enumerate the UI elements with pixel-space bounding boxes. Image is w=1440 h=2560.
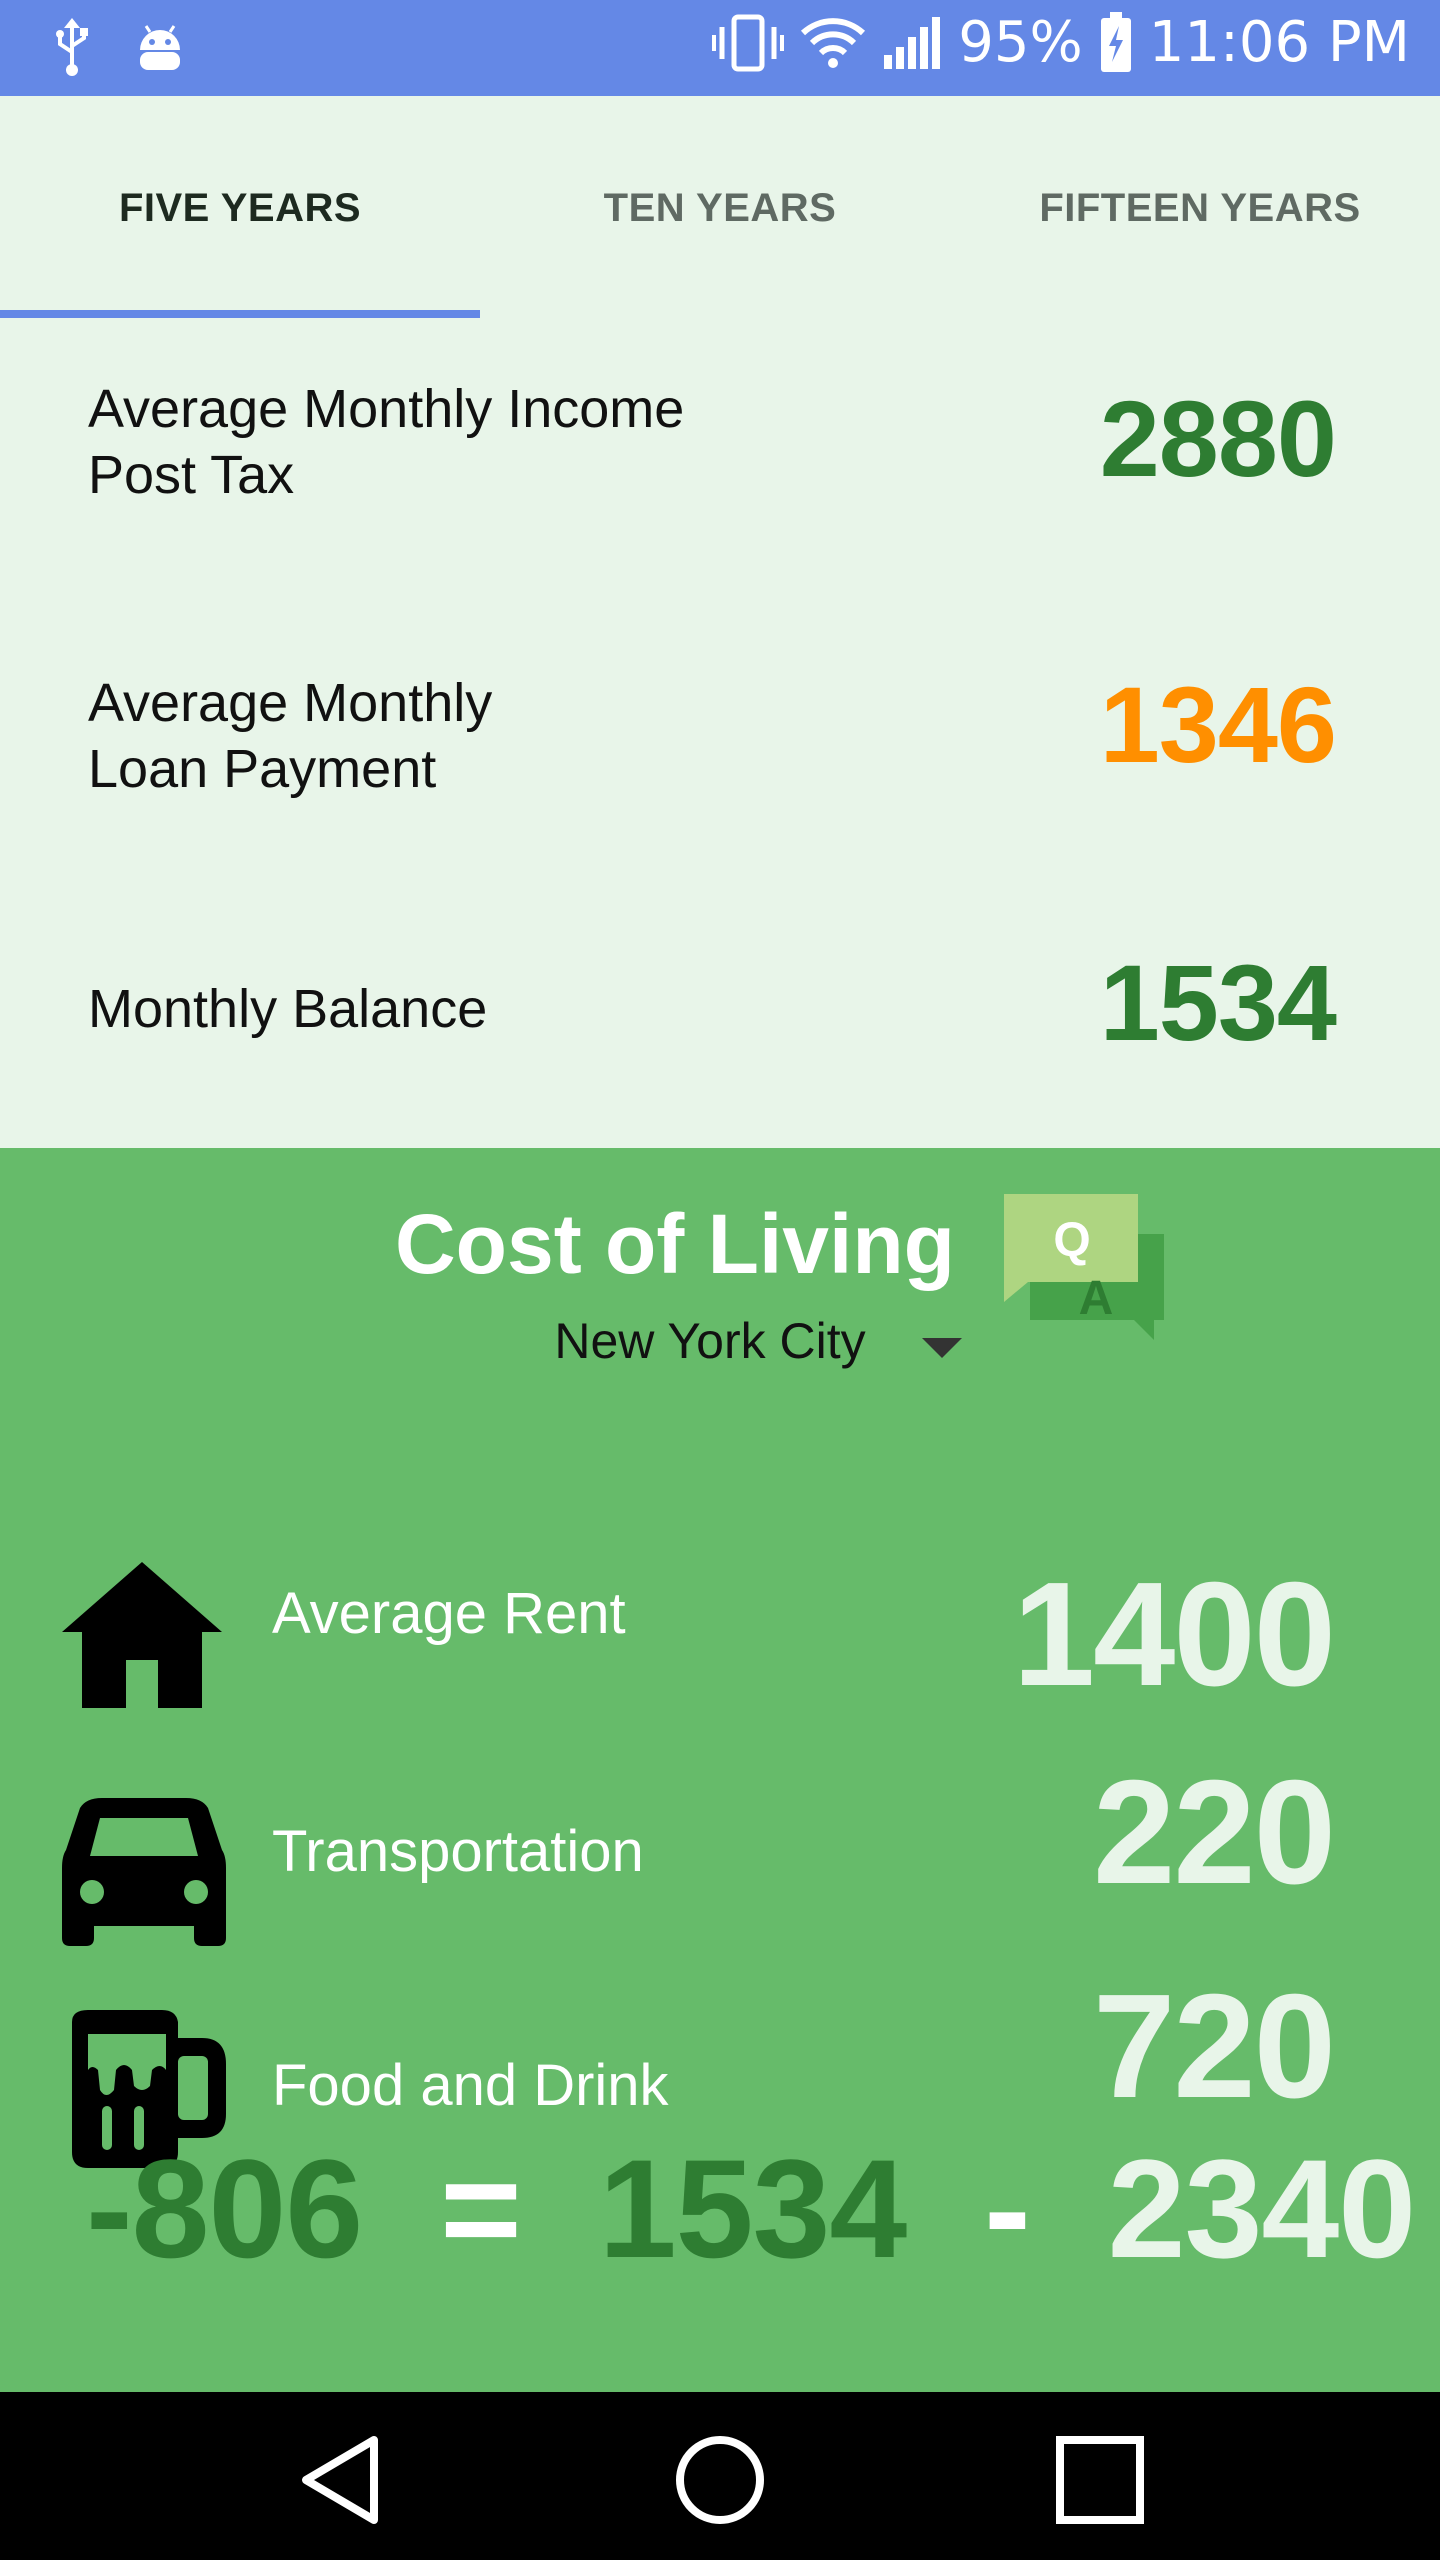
summary-section: FIVE YEARS TEN YEARS FIFTEEN YEARS Avera…: [0, 96, 1440, 1148]
navigation-bar: [0, 2392, 1440, 2560]
chevron-down-icon[interactable]: [922, 1338, 962, 1358]
net-result: -806: [86, 2130, 363, 2287]
house-icon: [62, 1562, 222, 1713]
rent-label: Average Rent: [272, 1581, 626, 1646]
wifi-icon: [800, 15, 866, 71]
loan-label: Average Monthly Loan Payment: [88, 673, 493, 799]
cost-of-living-section: Cost of Living Q A New York City Average…: [0, 1148, 1440, 2392]
cost-of-living-title: Cost of Living: [395, 1197, 955, 1291]
transportation-value: 220: [1093, 1750, 1336, 1915]
android-debug-icon: [132, 20, 188, 76]
balance-equation: -806 = 1534 - 2340: [86, 2128, 1416, 2290]
back-icon[interactable]: [290, 2430, 390, 2530]
usb-icon: [52, 18, 92, 78]
total-cost: 2340: [1107, 2130, 1416, 2287]
balance-label: Monthly Balance: [88, 979, 488, 1039]
tab-indicator: [0, 310, 480, 318]
minus-sign: -: [984, 2130, 1031, 2287]
car-icon: [62, 1798, 226, 1951]
battery-charging-icon: [1099, 11, 1133, 74]
tab-fifteen-years[interactable]: FIFTEEN YEARS: [960, 96, 1440, 320]
tab-ten-years[interactable]: TEN YEARS: [480, 96, 960, 320]
vibrate-icon: [712, 13, 785, 73]
loan-value: 1346: [1099, 664, 1337, 785]
transportation-label: Transportation: [272, 1819, 644, 1884]
signal-icon: [882, 15, 942, 71]
food-label: Food and Drink: [272, 2053, 669, 2118]
income-value: 2880: [1099, 378, 1337, 499]
rent-value: 1400: [1012, 1552, 1336, 1717]
status-bar: 95% 11:06 PM: [0, 0, 1440, 96]
equals-sign: =: [440, 2130, 522, 2287]
food-value: 720: [1093, 1964, 1336, 2129]
city-dropdown[interactable]: New York City: [0, 1312, 1440, 1370]
battery-percent: 95%: [958, 10, 1083, 75]
equation-balance: 1534: [598, 2130, 907, 2287]
period-tabs: FIVE YEARS TEN YEARS FIFTEEN YEARS: [0, 96, 1440, 320]
tab-five-years[interactable]: FIVE YEARS: [0, 96, 480, 320]
svg-text:Q: Q: [1053, 1214, 1090, 1267]
balance-value: 1534: [1099, 942, 1337, 1063]
city-value: New York City: [554, 1313, 866, 1369]
clock: 11:06 PM: [1148, 10, 1410, 75]
income-label: Average Monthly Income Post Tax: [88, 379, 685, 505]
recents-icon[interactable]: [1050, 2430, 1150, 2530]
home-icon[interactable]: [670, 2430, 770, 2530]
